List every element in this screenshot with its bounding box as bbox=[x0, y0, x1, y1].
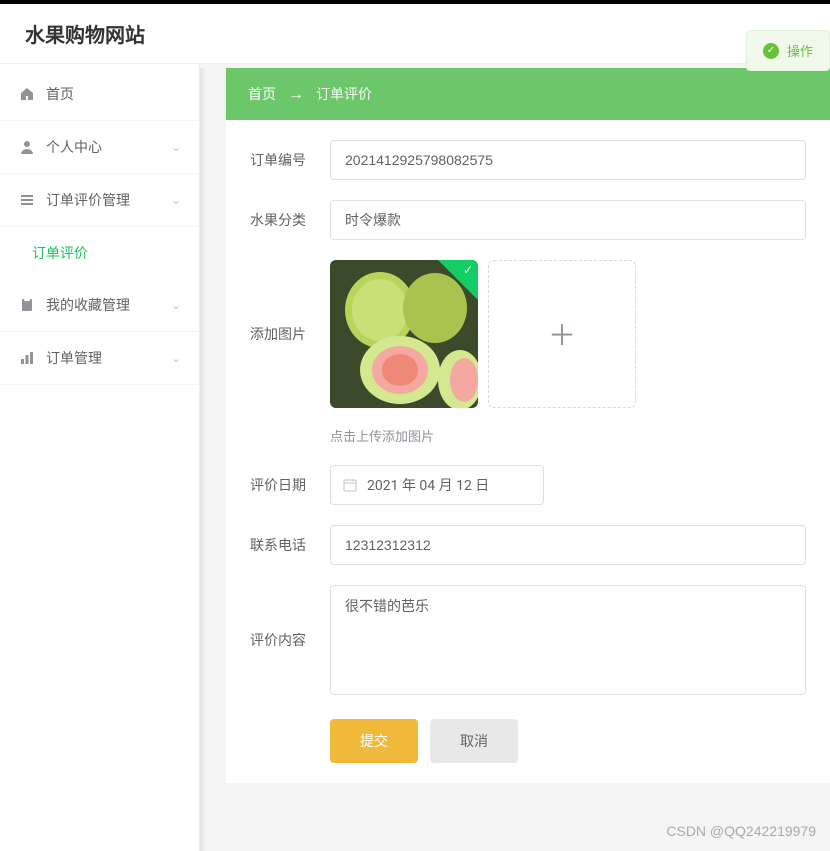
main-content: 首页 → 订单评价 订单编号 水果分类 添加图片 bbox=[200, 4, 830, 851]
stats-icon bbox=[18, 349, 36, 367]
sidebar-item-label: 订单评价 bbox=[32, 243, 181, 263]
toast-text: 操作 bbox=[787, 41, 813, 60]
sidebar-item-home[interactable]: 首页 bbox=[0, 68, 199, 121]
clipboard-icon bbox=[18, 296, 36, 314]
watermark: CSDN @QQ242219979 bbox=[666, 823, 816, 839]
submit-button[interactable]: 提交 bbox=[330, 719, 418, 763]
date-picker[interactable]: 2021 年 04 月 12 日 bbox=[330, 465, 544, 505]
sidebar-item-label: 个人中心 bbox=[46, 137, 171, 157]
breadcrumb: 首页 → 订单评价 bbox=[226, 68, 830, 120]
scrollbar-shadow bbox=[200, 68, 206, 851]
sidebar-item-profile[interactable]: 个人中心 ⌄ bbox=[0, 121, 199, 174]
breadcrumb-home[interactable]: 首页 bbox=[248, 84, 276, 104]
chevron-down-icon: ⌄ bbox=[171, 140, 181, 154]
check-icon: ✓ bbox=[463, 263, 473, 277]
check-circle-icon: ✓ bbox=[763, 43, 779, 59]
header: 水果购物网站 bbox=[0, 4, 830, 64]
sidebar-item-label: 我的收藏管理 bbox=[46, 295, 171, 315]
content-label: 评价内容 bbox=[250, 630, 320, 650]
add-image-button[interactable]: ＋ bbox=[488, 260, 636, 408]
sidebar-item-label: 订单管理 bbox=[46, 348, 171, 368]
plus-icon: ＋ bbox=[548, 314, 576, 354]
content-textarea[interactable] bbox=[330, 585, 806, 695]
calendar-icon bbox=[343, 478, 357, 492]
date-value: 2021 年 04 月 12 日 bbox=[367, 475, 489, 495]
review-form: 订单编号 水果分类 添加图片 bbox=[226, 120, 830, 783]
toast-success: ✓ 操作 bbox=[746, 30, 830, 71]
add-image-label: 添加图片 bbox=[250, 260, 320, 344]
category-label: 水果分类 bbox=[250, 210, 320, 230]
sidebar: 首页 个人中心 ⌄ 订单评价管理 ⌄ 订单评价 我的收藏管理 ⌄ bbox=[0, 4, 200, 851]
chevron-down-icon: ⌄ bbox=[171, 193, 181, 207]
upload-hint: 点击上传添加图片 bbox=[330, 426, 636, 445]
home-icon bbox=[18, 85, 36, 103]
order-no-label: 订单编号 bbox=[250, 150, 320, 170]
sidebar-item-order-mgmt[interactable]: 订单管理 ⌄ bbox=[0, 332, 199, 385]
sidebar-item-review-mgmt[interactable]: 订单评价管理 ⌄ bbox=[0, 174, 199, 227]
cancel-button[interactable]: 取消 bbox=[430, 719, 518, 763]
category-input[interactable] bbox=[330, 200, 806, 240]
phone-input[interactable] bbox=[330, 525, 806, 565]
breadcrumb-current: 订单评价 bbox=[316, 84, 372, 104]
date-label: 评价日期 bbox=[250, 475, 320, 495]
chevron-down-icon: ⌄ bbox=[171, 298, 181, 312]
phone-label: 联系电话 bbox=[250, 535, 320, 555]
sidebar-item-order-review[interactable]: 订单评价 bbox=[0, 227, 199, 279]
site-title: 水果购物网站 bbox=[25, 19, 145, 48]
arrow-right-icon: → bbox=[288, 84, 304, 104]
list-icon bbox=[18, 191, 36, 209]
sidebar-item-label: 订单评价管理 bbox=[46, 190, 171, 210]
sidebar-item-label: 首页 bbox=[46, 84, 181, 104]
uploaded-image-thumb[interactable]: ✓ bbox=[330, 260, 478, 408]
chevron-down-icon: ⌄ bbox=[171, 351, 181, 365]
user-icon bbox=[18, 138, 36, 156]
sidebar-item-favorites[interactable]: 我的收藏管理 ⌄ bbox=[0, 279, 199, 332]
order-no-input[interactable] bbox=[330, 140, 806, 180]
